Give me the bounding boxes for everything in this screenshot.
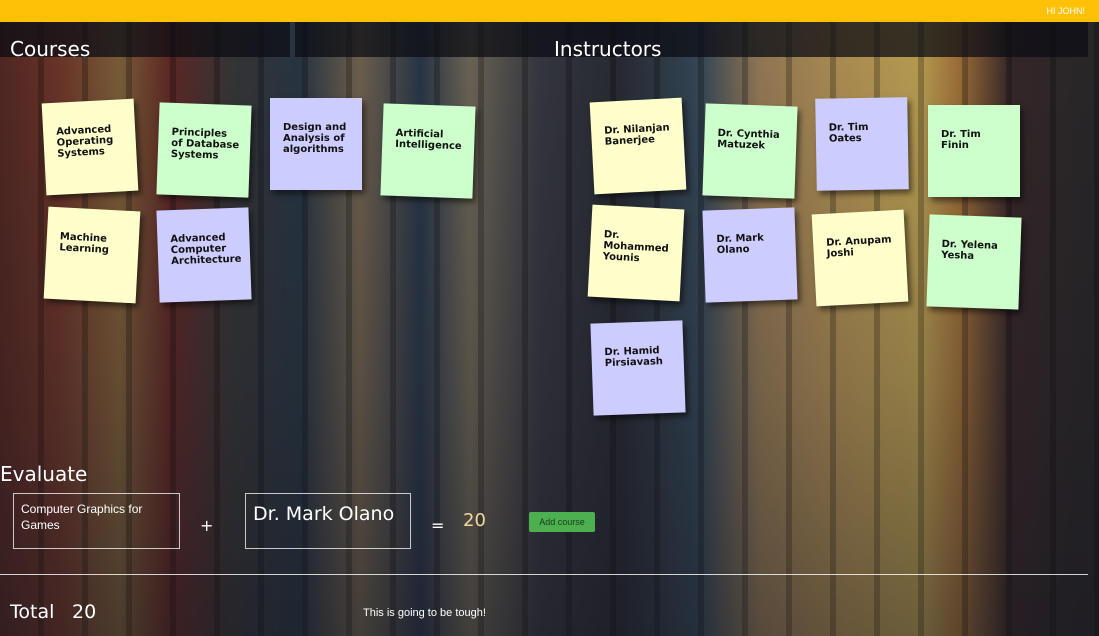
equals-sign: = (431, 516, 445, 535)
instructor-note[interactable]: Dr. Yelena Yesha (926, 214, 1022, 310)
instructors-header-band (295, 22, 1088, 57)
instructor-drop-field[interactable]: Dr. Mark Olano (245, 493, 411, 549)
total-label: Total (10, 601, 55, 623)
add-course-button[interactable]: Add course (529, 512, 595, 532)
evaluate-title: Evaluate (0, 462, 88, 486)
total-value: 20 (72, 601, 97, 623)
instructor-note[interactable]: Dr. Cynthia Matuzek (702, 103, 798, 199)
course-note[interactable]: Principles of Database Systems (156, 102, 252, 198)
plus-sign: + (200, 516, 214, 535)
instructor-note[interactable]: Dr. Tim Finin (928, 105, 1020, 197)
course-drop-field[interactable]: Computer Graphics for Games (13, 493, 180, 549)
difficulty-message: This is going to be tough! (363, 607, 486, 619)
course-note[interactable]: Design and Analysis of algorithms (270, 98, 362, 190)
user-greeting[interactable]: HI JOHN! (1046, 6, 1085, 16)
instructor-note[interactable]: Dr. Anupam Joshi (811, 209, 909, 307)
divider (0, 574, 1088, 575)
course-note[interactable]: Advanced Computer Architecture (156, 207, 252, 303)
instructor-note[interactable]: Dr. Mark Olano (702, 207, 798, 303)
instructors-title: Instructors (554, 37, 662, 61)
course-note[interactable]: Artificial Intelligence (380, 103, 476, 199)
evaluation-result: 20 (463, 510, 486, 531)
instructor-note[interactable]: Dr. Mohammed Younis (587, 204, 685, 302)
instructor-note[interactable]: Dr. Tim Oates (815, 97, 909, 191)
courses-title: Courses (10, 37, 91, 61)
course-note[interactable]: Advanced Operating Systems (41, 98, 139, 196)
top-bar: HI JOHN! (0, 0, 1099, 22)
instructor-note[interactable]: Dr. Nilanjan Banerjee (589, 97, 687, 195)
instructor-note[interactable]: Dr. Hamid Pirsiavash (590, 320, 686, 416)
course-note[interactable]: Machine Learning (43, 206, 141, 304)
